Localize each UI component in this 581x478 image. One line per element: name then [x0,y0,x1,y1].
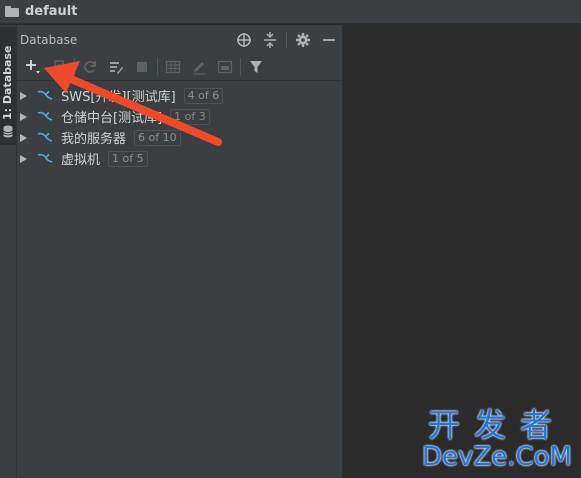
properties-button[interactable] [105,56,127,78]
watermark: 开发者 DevZe.CoM [422,408,572,472]
expand-arrow-icon[interactable] [20,91,27,100]
copy-icon [54,60,64,73]
filter-button[interactable] [245,56,267,78]
mysql-dolphin-icon [37,132,53,142]
mysql-dolphin-icon [37,153,53,163]
title-bar: default [0,0,581,24]
schema-count-badge: 4 of 6 [183,87,224,104]
add-icon [26,60,40,74]
console-icon [217,60,233,74]
header-separator [286,31,287,48]
table-icon [165,60,181,74]
toolbar-separator [74,58,75,76]
tree-item-label: 虚拟机 [61,153,101,168]
tree-item[interactable]: SWS[开发][测试库] 4 of 6 [17,85,342,106]
panel-toolbar [17,54,342,81]
tree-item[interactable]: 虚拟机 1 of 5 [17,148,342,169]
mysql-dolphin-icon [37,111,53,121]
watermark-english: DevZe.CoM [422,442,572,472]
edit-icon [193,62,205,75]
tree-item[interactable]: 我的服务器 6 of 10 [17,127,342,148]
properties-icon [110,62,123,74]
data-source-tree: SWS[开发][测试库] 4 of 6 仓储中台[测试库] 1 of 3 我的服… [17,81,342,169]
stop-icon [137,62,147,72]
collapse-icon[interactable] [259,29,281,51]
database-tool-tab[interactable]: 1: Database [0,27,16,145]
tree-item-label: SWS[开发][测试库] [61,90,176,105]
window-title: default [25,4,78,19]
crosshair-icon[interactable] [233,29,255,51]
expand-arrow-icon[interactable] [20,154,27,163]
schema-count-badge: 1 of 3 [170,108,210,125]
table-button[interactable] [162,56,184,78]
schema-count-badge: 6 of 10 [134,129,181,146]
panel-header: Database [17,25,342,54]
database-tool-tab-label: 1: Database [1,45,14,120]
mysql-dolphin-icon [37,90,53,100]
schema-count-badge: 1 of 5 [108,150,148,167]
panel-title: Database [20,32,78,47]
expand-arrow-icon[interactable] [20,112,27,121]
tree-item[interactable]: 仓储中台[测试库] 1 of 3 [17,106,342,127]
expand-arrow-icon[interactable] [20,133,27,142]
filter-icon [250,61,262,73]
minimize-icon[interactable] [318,29,340,51]
copy-button[interactable] [48,56,70,78]
refresh-button[interactable] [79,56,101,78]
folder-icon [5,6,19,17]
toolbar-separator [240,58,241,76]
tree-item-label: 我的服务器 [61,132,127,147]
stop-button[interactable] [131,56,153,78]
left-tool-strip: 1: Database [0,25,17,478]
toolbar-separator [157,58,158,76]
console-button[interactable] [214,56,236,78]
add-data-source-button[interactable] [22,56,44,78]
watermark-chinese: 开发者 [427,406,566,444]
gear-icon[interactable] [292,29,314,51]
tree-item-label: 仓储中台[测试库] [61,111,163,126]
database-icon [3,125,13,138]
database-panel: Database SWS[开发][测试库] 4 of 6 仓储中台[测试库] 1… [17,25,343,478]
refresh-icon [84,61,96,73]
edit-button[interactable] [188,56,210,78]
